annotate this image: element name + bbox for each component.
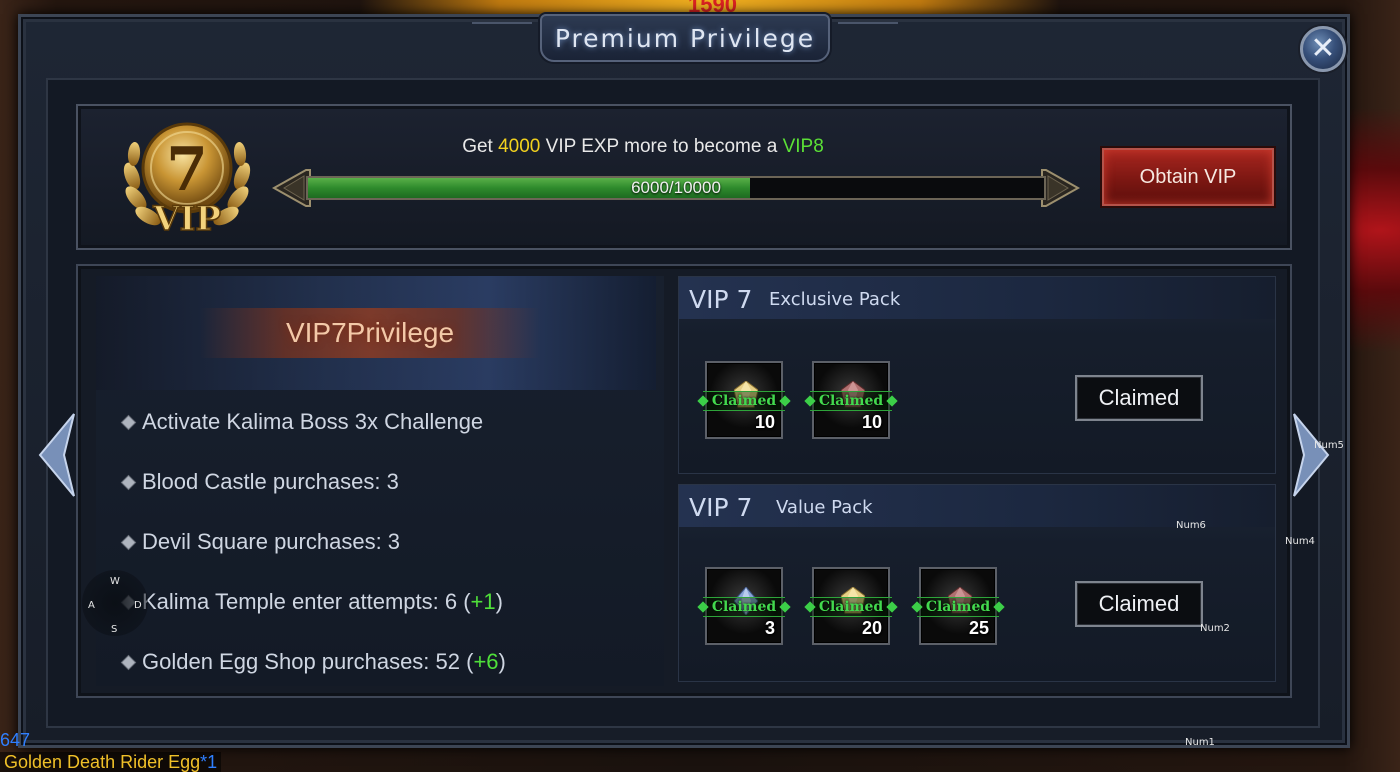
bullet-icon (122, 475, 135, 489)
claimed-overlay-label: Claimed (711, 599, 777, 615)
previous-page-arrow-icon[interactable] (34, 410, 78, 500)
vip-badge-icon: 7 VIP (123, 122, 251, 240)
hotkey-num1: Num1 (1185, 737, 1215, 748)
bullet-icon (122, 655, 135, 669)
privilege-item-close: ) (498, 649, 506, 674)
exp-prefix: Get (462, 136, 499, 157)
loot-item-qty: *1 (200, 752, 218, 772)
obtain-vip-button[interactable]: Obtain VIP (1102, 148, 1274, 206)
claimed-overlay-label: Claimed (925, 599, 991, 615)
privilege-title-plate: VIP7Privilege (200, 308, 540, 358)
hotkey-num5: Num5 (1314, 440, 1344, 451)
compass-key-w: W (110, 576, 120, 587)
privilege-item: Activate Kalima Boss 3x Challenge (120, 404, 483, 440)
window-title: Premium Privilege (554, 23, 816, 53)
item-quantity: 10 (861, 412, 882, 432)
privilege-item-text: Golden Egg Shop purchases: 52 ( (142, 649, 474, 674)
pack-header: VIP 7 Exclusive Pack (679, 277, 1275, 319)
progress-text: 6000/10000 (631, 178, 721, 197)
vip-level-number: 7 (166, 135, 208, 205)
exclusive-pack-panel: VIP 7 Exclusive Pack Claimed 10 Claimed … (678, 276, 1276, 474)
claimed-overlay: Claimed (703, 391, 785, 411)
claimed-overlay: Claimed (917, 597, 999, 617)
privilege-bonus: +6 (473, 649, 499, 674)
compass-key-a: A (88, 600, 95, 611)
hotkey-num4: Num4 (1285, 536, 1315, 547)
hotkey-num6: Num6 (1176, 520, 1206, 531)
pack-item-slot[interactable]: Claimed 25 (917, 567, 999, 645)
privilege-item: Golden Egg Shop purchases: 52 (+6) (120, 644, 506, 680)
bullet-icon (122, 415, 135, 429)
privilege-item-text: Devil Square purchases: 3 (142, 529, 401, 554)
claimed-overlay: Claimed (810, 597, 892, 617)
privilege-title: VIP7Privilege (285, 317, 455, 348)
item-quantity: 25 (968, 618, 989, 638)
compass-key-d: D (134, 600, 142, 611)
pack-item-slot[interactable]: Claimed 3 (703, 567, 785, 645)
privilege-item-text: Activate Kalima Boss 3x Challenge (142, 409, 484, 434)
privilege-item-text: Kalima Temple enter attempts: 6 ( (142, 589, 471, 614)
loot-notification: Golden Death Rider Egg*1 (0, 752, 222, 772)
hud-counter: 647 (0, 730, 31, 750)
hotkey-num2: Num2 (1200, 623, 1230, 634)
vip-exp-message: Get 4000 VIP EXP more to become a VIP8 (278, 136, 1008, 158)
close-button[interactable]: ✕ (1300, 26, 1346, 72)
claimed-overlay-label: Claimed (711, 393, 777, 409)
item-quantity: 20 (861, 618, 882, 638)
vip-progress-banner: 7 VIP Get 4000 VIP EXP more to become a … (76, 104, 1292, 250)
item-quantity: 3 (764, 618, 775, 638)
window-title-plate: Premium Privilege (540, 14, 830, 62)
title-ornament-left (472, 22, 532, 46)
privilege-bonus: +1 (470, 589, 496, 614)
value-pack-claimed-button[interactable]: Claimed (1075, 581, 1203, 627)
exp-needed: 4000 (498, 136, 541, 157)
item-quantity: 10 (754, 412, 775, 432)
privilege-item-close: ) (495, 589, 503, 614)
pack-name: Value Pack (776, 497, 873, 518)
pack-vip-label: VIP 7 (689, 493, 753, 522)
vip-badge-label: VIP (152, 199, 221, 239)
claimed-overlay: Claimed (703, 597, 785, 617)
loot-item-name: Golden Death Rider Egg (4, 752, 201, 772)
privilege-item-text: Blood Castle purchases: 3 (142, 469, 399, 494)
value-pack-panel: VIP 7 Value Pack Claimed 3 Claimed 20 Cl… (678, 484, 1276, 682)
claimed-overlay: Claimed (810, 391, 892, 411)
exclusive-pack-claimed-button[interactable]: Claimed (1075, 375, 1203, 421)
claimed-overlay-label: Claimed (818, 599, 884, 615)
title-ornament-right (838, 22, 898, 46)
exp-middle: VIP EXP more to become a (540, 136, 783, 157)
pack-item-slot[interactable]: Claimed 20 (810, 567, 892, 645)
claimed-overlay-label: Claimed (818, 393, 884, 409)
privilege-item: Devil Square purchases: 3 (120, 524, 400, 560)
next-vip-level: VIP8 (782, 136, 824, 157)
vip-progress-bar: 6000/10000 (270, 166, 1082, 210)
close-icon: ✕ (1310, 32, 1336, 65)
pack-item-slot[interactable]: Claimed 10 (810, 361, 892, 439)
pack-item-slot[interactable]: Claimed 10 (703, 361, 785, 439)
privilege-item: Blood Castle purchases: 3 (120, 464, 399, 500)
progress-track: 6000/10000 (306, 176, 1046, 200)
pack-vip-label: VIP 7 (689, 285, 753, 314)
privilege-item: Kalima Temple enter attempts: 6 (+1) (120, 584, 503, 620)
next-page-arrow-icon[interactable] (1290, 410, 1334, 500)
pack-name: Exclusive Pack (769, 289, 901, 310)
bullet-icon (122, 535, 135, 549)
compass-key-s: S (111, 624, 118, 635)
